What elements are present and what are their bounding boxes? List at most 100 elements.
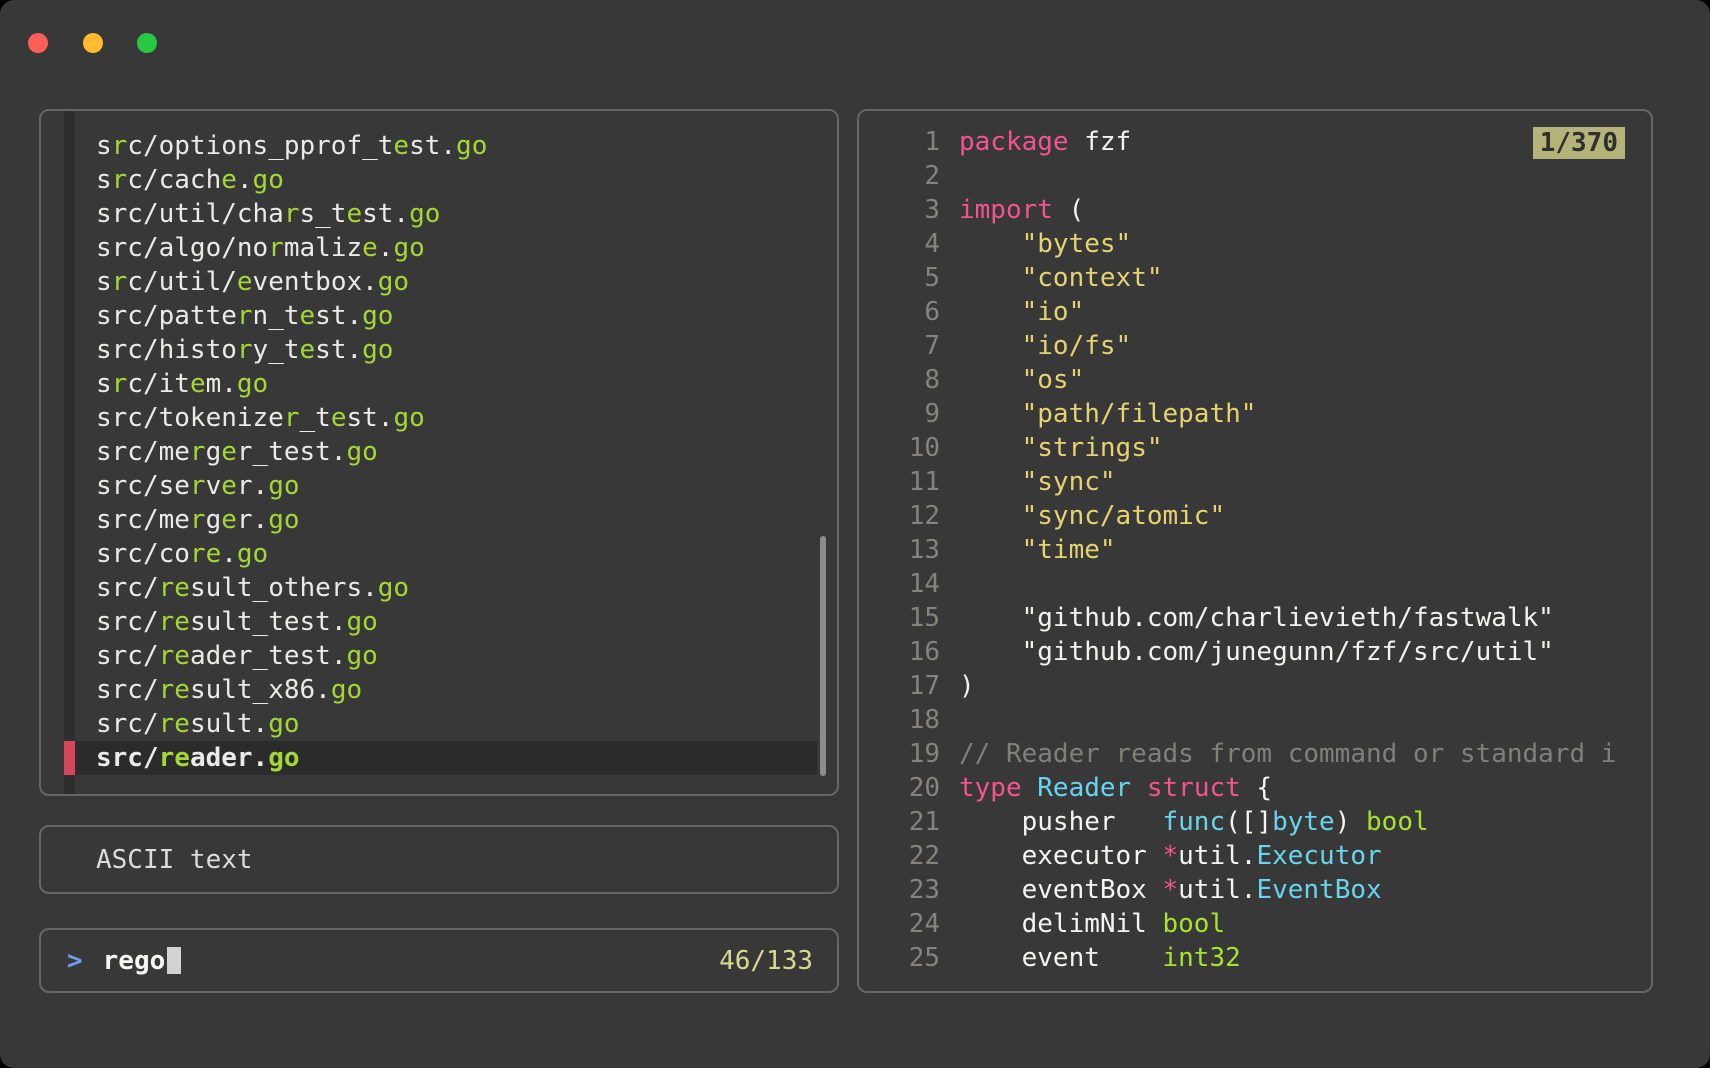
code-line: 16 "github.com/junegunn/fzf/src/util" [859, 635, 1651, 669]
file-list-item[interactable]: src/tokenizer_test.go [64, 401, 817, 435]
file-list-item[interactable]: src/item.go [64, 367, 817, 401]
file-list-item[interactable]: src/merger.go [64, 503, 817, 537]
pointer-marker [64, 333, 75, 367]
file-name: src/options_pprof_test.go [96, 131, 488, 161]
file-list-item[interactable]: src/reader_test.go [64, 639, 817, 673]
file-name: src/item.go [96, 369, 269, 399]
line-number: 7 [924, 331, 940, 361]
titlebar [0, 0, 1710, 70]
pointer-marker [64, 605, 75, 639]
line-number: 12 [908, 501, 940, 531]
code-text: "context" [1021, 263, 1163, 293]
code-line: 24 delimNil bool [859, 907, 1651, 941]
file-list-item[interactable]: src/result_x86.go [64, 673, 817, 707]
file-name: src/pattern_test.go [96, 301, 394, 331]
file-list-item[interactable]: src/util/chars_test.go [64, 197, 817, 231]
code-text: // Reader reads from command or standard… [959, 739, 1617, 769]
file-list-item[interactable]: src/algo/normalize.go [64, 231, 817, 265]
line-number: 11 [908, 467, 940, 497]
close-button[interactable] [28, 33, 48, 53]
file-list-item[interactable]: src/util/eventbox.go [64, 265, 817, 299]
line-number: 16 [908, 637, 940, 667]
code-text: event int32 [959, 943, 1241, 973]
file-list-item[interactable]: src/result.go [64, 707, 817, 741]
code-line: 7 "io/fs" [859, 329, 1651, 363]
code-line: 9 "path/filepath" [859, 397, 1651, 431]
pointer-marker [64, 503, 75, 537]
line-number: 10 [908, 433, 940, 463]
code-line: 4 "bytes" [859, 227, 1651, 261]
code-line: 25 event int32 [859, 941, 1651, 975]
code-text: "path/filepath" [1021, 399, 1257, 429]
line-number: 4 [924, 229, 940, 259]
pointer-marker [64, 741, 75, 775]
file-name: src/reader.go [96, 743, 300, 773]
line-number: 23 [908, 875, 940, 905]
code-text: executor *util.Executor [959, 841, 1382, 871]
pointer-marker [64, 571, 75, 605]
code-text: eventBox *util.EventBox [959, 875, 1382, 905]
code-text: "sync/atomic" [1021, 501, 1226, 531]
line-number: 17 [908, 671, 940, 701]
pointer-marker [64, 197, 75, 231]
file-list-item[interactable]: src/result_others.go [64, 571, 817, 605]
pointer-marker [64, 639, 75, 673]
file-name: src/algo/normalize.go [96, 233, 425, 263]
search-prompt-panel[interactable]: > rego 46/133 [39, 928, 839, 993]
line-number: 21 [908, 807, 940, 837]
file-list-item[interactable]: src/cache.go [64, 163, 817, 197]
file-list-item[interactable]: src/merger_test.go [64, 435, 817, 469]
code-line: 18 [859, 703, 1651, 737]
file-list-item[interactable]: src/options_pprof_test.go [64, 129, 817, 163]
file-name: src/result_others.go [96, 573, 410, 603]
code-line: 14 [859, 567, 1651, 601]
code-line: 8 "os" [859, 363, 1651, 397]
code-text: "sync" [1021, 467, 1116, 497]
file-list: src/options_pprof_test.go src/cache.go src… [41, 111, 837, 794]
preview-position-badge: 1/370 [1532, 127, 1625, 159]
line-number: 22 [908, 841, 940, 871]
code-line: 20 type Reader struct { [859, 771, 1651, 805]
prompt-symbol: > [67, 945, 83, 976]
code-line: 10 "strings" [859, 431, 1651, 465]
pointer-marker [64, 265, 75, 299]
file-list-item[interactable]: src/core.go [64, 537, 817, 571]
file-name: src/merger.go [96, 505, 300, 535]
line-number: 5 [924, 263, 940, 293]
code-line: 11 "sync" [859, 465, 1651, 499]
code-line: 12 "sync/atomic" [859, 499, 1651, 533]
line-number: 18 [908, 705, 940, 735]
line-number: 19 [908, 739, 940, 769]
minimize-button[interactable] [82, 33, 103, 53]
code-text: "bytes" [1021, 229, 1132, 259]
code-line: 6 "io" [859, 295, 1651, 329]
line-number: 3 [924, 195, 940, 225]
zoom-button[interactable] [137, 33, 158, 53]
file-list-item[interactable]: src/reader.go [64, 741, 817, 775]
code-text: delimNil bool [959, 909, 1226, 939]
file-list-item[interactable]: src/result_test.go [64, 605, 817, 639]
code-line: 19 // Reader reads from command or standa… [859, 737, 1651, 771]
pointer-marker [64, 401, 75, 435]
file-list-panel: src/options_pprof_test.go src/cache.go src… [39, 109, 839, 796]
code-line: 23 eventBox *util.EventBox [859, 873, 1651, 907]
code-text: "io/fs" [1021, 331, 1132, 361]
code-text: "os" [1021, 365, 1085, 395]
line-number: 9 [924, 399, 940, 429]
code-line: 15 "github.com/charlievieth/fastwalk" [859, 601, 1651, 635]
file-name: src/cache.go [96, 165, 284, 195]
line-number: 15 [908, 603, 940, 633]
pointer-marker [64, 435, 75, 469]
code-text: type Reader struct { [959, 773, 1273, 803]
code-text: "time" [1021, 535, 1116, 565]
search-query-input[interactable]: rego [103, 946, 166, 976]
file-list-item[interactable]: src/history_test.go [64, 333, 817, 367]
file-list-item[interactable]: src/server.go [64, 469, 817, 503]
list-scrollbar[interactable] [820, 536, 826, 776]
line-number: 14 [908, 569, 940, 599]
code-line: 17) [859, 669, 1651, 703]
line-number: 24 [908, 909, 940, 939]
file-name: src/result_x86.go [96, 675, 363, 705]
file-list-item[interactable]: src/pattern_test.go [64, 299, 817, 333]
file-name: src/merger_test.go [96, 437, 378, 467]
